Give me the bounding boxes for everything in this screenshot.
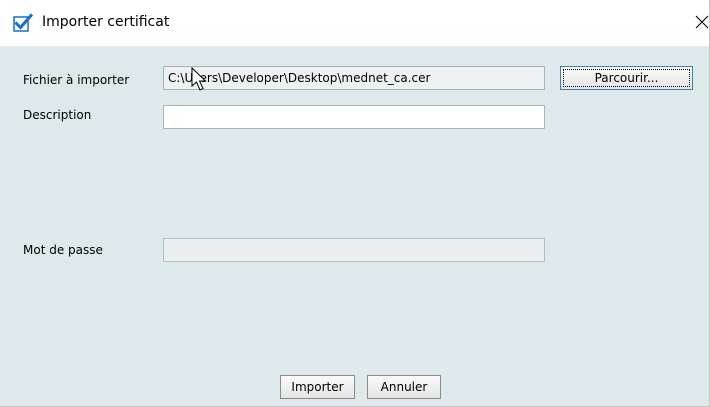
dialog-title: Importer certificat <box>42 14 170 30</box>
checkbox-checked-icon <box>13 13 33 32</box>
cancel-button[interactable]: Annuler <box>367 375 441 399</box>
password-field[interactable] <box>163 238 545 262</box>
dialog-content: Fichier à importer Parcourir... Descript… <box>0 46 709 406</box>
description-label: Description <box>23 108 92 122</box>
description-field[interactable] <box>163 105 545 129</box>
close-icon[interactable] <box>695 10 709 34</box>
import-certificate-dialog: Importer certificat Fichier à importer P… <box>0 0 710 407</box>
password-label: Mot de passe <box>23 243 103 257</box>
title-bar: Importer certificat <box>0 0 709 46</box>
file-label: Fichier à importer <box>23 73 130 87</box>
browse-button[interactable]: Parcourir... <box>560 66 693 90</box>
import-button-label: Importer <box>291 380 344 394</box>
browse-button-label: Parcourir... <box>594 71 659 85</box>
import-button[interactable]: Importer <box>280 375 355 399</box>
cancel-button-label: Annuler <box>380 380 428 394</box>
file-path-field[interactable] <box>163 66 545 90</box>
